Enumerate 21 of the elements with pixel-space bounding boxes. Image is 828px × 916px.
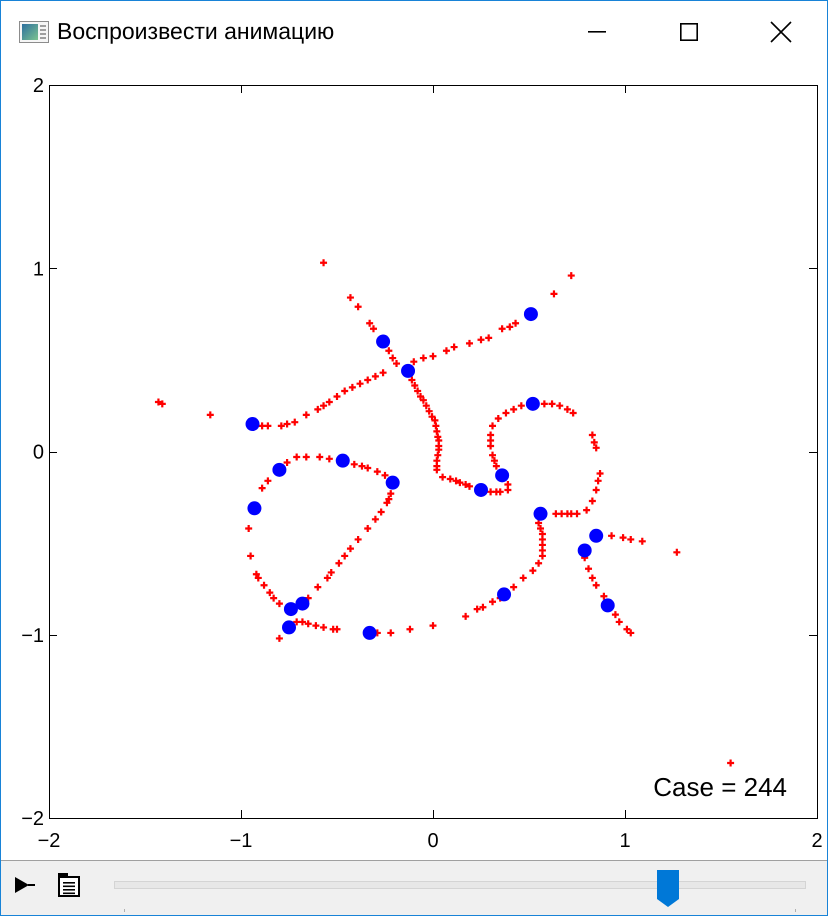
y-tick-label: 1 [32, 258, 44, 280]
x-tick-label: 2 [811, 830, 823, 852]
play-icon [15, 877, 35, 893]
x-tick-label: −1 [230, 830, 252, 852]
y-tick-label: −2 [21, 808, 44, 830]
minimize-icon [588, 30, 606, 32]
slider-thumb[interactable] [657, 870, 680, 907]
maximize-icon [680, 22, 698, 40]
x-tick-label: 0 [427, 830, 439, 852]
case-label: Case = 244 [653, 772, 787, 802]
window-title: Воспроизвести анимацию [57, 18, 334, 45]
close-icon [770, 20, 792, 42]
x-tick-label: −2 [38, 830, 60, 852]
y-tick-label: 0 [32, 442, 44, 464]
y-tick-label: 2 [32, 75, 44, 97]
play-button[interactable] [15, 877, 35, 893]
app-window-icon [19, 20, 49, 42]
y-tick-label: −1 [21, 624, 44, 647]
document-icon [58, 873, 80, 897]
x-tick-label: 1 [619, 830, 631, 852]
document-button[interactable] [58, 873, 80, 897]
